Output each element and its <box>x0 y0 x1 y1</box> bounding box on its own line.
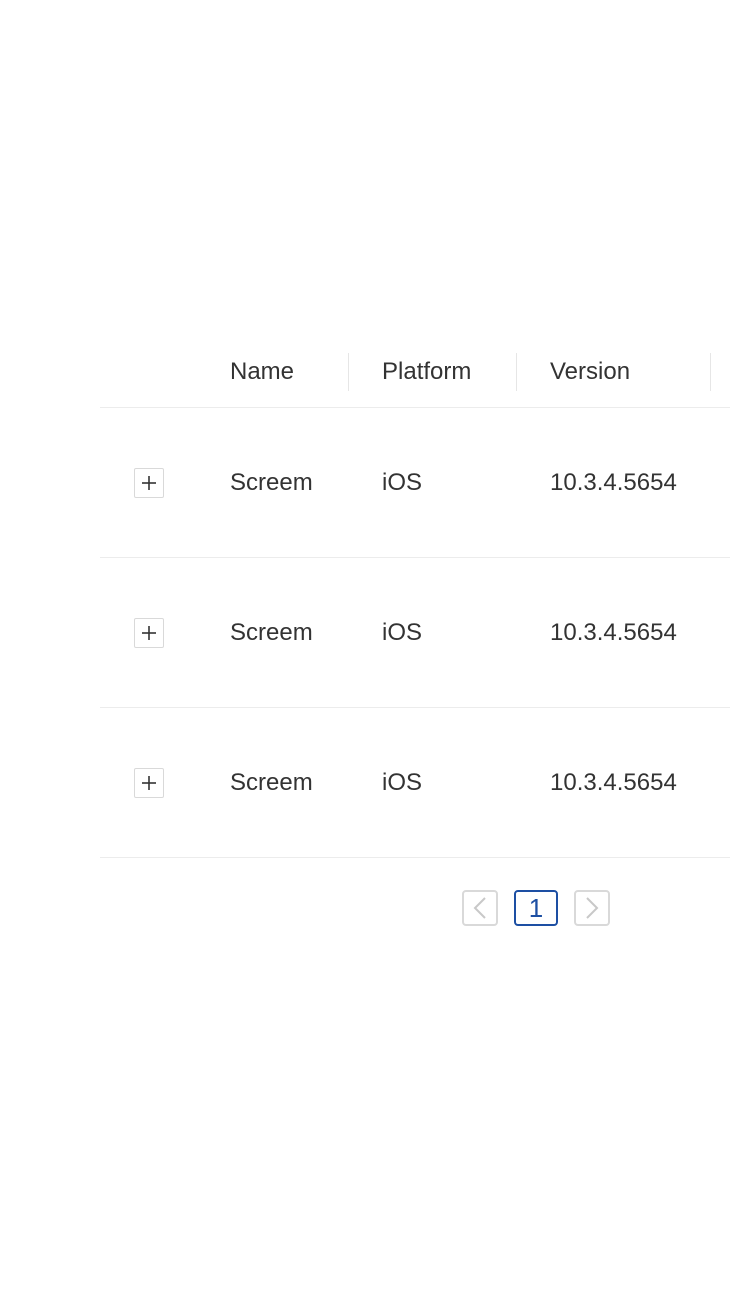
plus-icon <box>142 776 156 790</box>
table-row: Screem iOS 10.3.4.5654 <box>100 408 730 558</box>
cell-platform: iOS <box>382 469 423 496</box>
cell-version: 10.3.4.5654 <box>550 619 677 646</box>
column-header-platform[interactable]: Platform <box>382 337 471 407</box>
cell-name: Screem <box>230 769 313 796</box>
expand-row-button[interactable] <box>134 618 164 648</box>
data-table: Name Platform Version Screem iOS 10.3.4.… <box>100 337 730 858</box>
cell-name: Screem <box>230 469 313 496</box>
expand-row-button[interactable] <box>134 768 164 798</box>
cell-platform: iOS <box>382 769 423 796</box>
column-resize-handle[interactable] <box>348 353 349 391</box>
page-number-current[interactable]: 1 <box>514 890 558 926</box>
table-row: Screem iOS 10.3.4.5654 <box>100 558 730 708</box>
column-resize-handle[interactable] <box>710 353 711 391</box>
chevron-right-icon <box>586 897 599 919</box>
cell-version: 10.3.4.5654 <box>550 769 677 796</box>
prev-page-button[interactable] <box>462 890 498 926</box>
next-page-button[interactable] <box>574 890 610 926</box>
plus-icon <box>142 626 156 640</box>
plus-icon <box>142 476 156 490</box>
chevron-left-icon <box>473 897 486 919</box>
column-header-name[interactable]: Name <box>230 337 294 407</box>
cell-platform: iOS <box>382 619 423 646</box>
expand-row-button[interactable] <box>134 468 164 498</box>
column-resize-handle[interactable] <box>516 353 517 391</box>
cell-version: 10.3.4.5654 <box>550 469 677 496</box>
cell-name: Screem <box>230 619 313 646</box>
table-header: Name Platform Version <box>100 337 730 408</box>
column-header-version[interactable]: Version <box>550 337 630 407</box>
table-row: Screem iOS 10.3.4.5654 <box>100 708 730 858</box>
